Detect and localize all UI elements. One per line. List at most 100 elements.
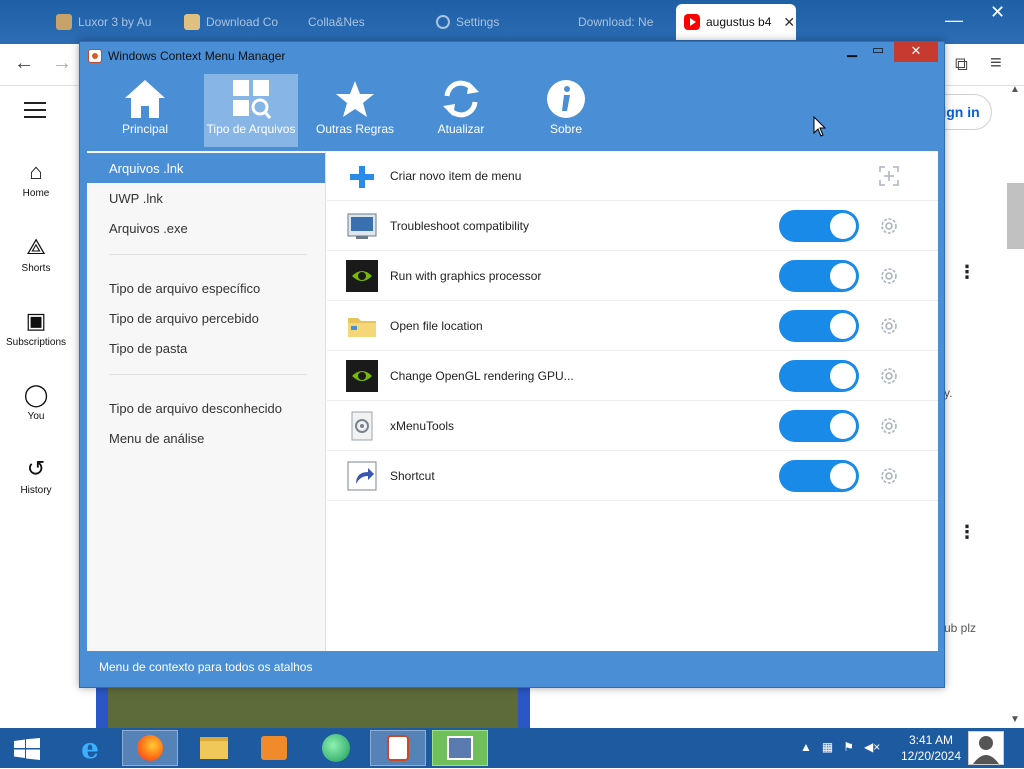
gear-icon[interactable]: [878, 365, 900, 387]
taskbar-media-player[interactable]: [246, 730, 302, 766]
browser-tab-active[interactable]: augustus b4 ✕: [676, 4, 796, 40]
sidebar-item-tipo-especifico[interactable]: Tipo de arquivo específico: [87, 273, 325, 303]
sidebar-item-tipo-desconhecido[interactable]: Tipo de arquivo desconhecido: [87, 393, 325, 423]
nav-label: Home: [22, 188, 50, 199]
forward-arrow-icon[interactable]: →: [52, 52, 72, 75]
taskbar-app[interactable]: [308, 730, 364, 766]
extensions-icon[interactable]: ⧉: [955, 54, 968, 75]
sidebar-item-arquivos-lnk[interactable]: Arquivos .lnk: [87, 153, 325, 183]
nav-label: Shorts: [21, 263, 51, 274]
enable-toggle[interactable]: [779, 360, 859, 392]
more-options-icon[interactable]: ⋮: [958, 522, 976, 543]
refresh-icon: [443, 80, 479, 118]
back-arrow-icon[interactable]: ←: [14, 52, 34, 75]
sidebar-item-uwp-lnk[interactable]: UWP .lnk: [87, 183, 325, 213]
browser-tab[interactable]: Download: Ne: [570, 6, 670, 38]
gear-icon[interactable]: [878, 415, 900, 437]
youtube-icon: [684, 14, 700, 30]
menu-item-label: Troubleshoot compatibility: [390, 219, 529, 233]
scrollbar-thumb[interactable]: [1007, 183, 1024, 249]
taskbar-firefox[interactable]: [122, 730, 178, 766]
user-avatar-icon[interactable]: [968, 731, 1004, 765]
ribbon-button-sobre[interactable]: Sobre: [519, 74, 613, 147]
menu-item-row[interactable]: Troubleshoot compatibility: [327, 201, 938, 251]
ribbon-button-atualizar[interactable]: Atualizar: [414, 74, 508, 147]
browser-menu-icon[interactable]: ≡: [990, 52, 1002, 75]
taskbar-clock[interactable]: 3:41 AM 12/20/2024: [896, 732, 966, 764]
taskbar-file-explorer[interactable]: [186, 730, 242, 766]
minimize-button[interactable]: ▁: [840, 42, 864, 62]
video-thumbnail[interactable]: [96, 686, 530, 728]
sidebar-item-menu-analise[interactable]: Menu de análise: [87, 423, 325, 453]
nav-label: History: [20, 485, 52, 496]
nav-subscriptions[interactable]: ▣ Subscriptions: [0, 307, 72, 348]
folder-icon: [348, 318, 376, 337]
menu-item-row[interactable]: Shortcut: [327, 451, 938, 501]
sidebar-item-arquivos-exe[interactable]: Arquivos .exe: [87, 213, 325, 243]
create-new-item-row[interactable]: Criar novo item de menu: [327, 151, 938, 201]
menu-item-label: Run with graphics processor: [390, 269, 542, 283]
mouse-cursor-icon: [813, 116, 827, 137]
ribbon-button-principal[interactable]: Principal: [98, 74, 192, 147]
enable-toggle[interactable]: [779, 310, 859, 342]
maximize-button[interactable]: ▭: [866, 42, 890, 62]
ribbon-button-tipo-de-arquivos[interactable]: Tipo de Arquivos: [204, 74, 298, 147]
sidebar-divider: [109, 254, 307, 255]
browser-tab[interactable]: Download Co: [176, 6, 286, 38]
enable-toggle[interactable]: [779, 460, 859, 492]
tab-label: Colla&Nes: [308, 15, 365, 29]
menu-item-row[interactable]: Run with graphics processor: [327, 251, 938, 301]
ribbon-button-outras-regras[interactable]: Outras Regras: [308, 74, 402, 147]
gear-icon[interactable]: [878, 215, 900, 237]
history-icon: ↺: [26, 456, 46, 481]
more-options-icon[interactable]: ⋮: [958, 262, 976, 283]
taskbar-network-app[interactable]: [432, 730, 488, 766]
gear-icon[interactable]: [878, 265, 900, 287]
context-menu-manager-window: Windows Context Menu Manager ▁ ▭ ✕ Princ…: [79, 41, 945, 688]
sidebar-item-tipo-percebido[interactable]: Tipo de arquivo percebido: [87, 303, 325, 333]
enable-toggle[interactable]: [779, 260, 859, 292]
close-icon[interactable]: ✕: [783, 14, 795, 31]
create-new-item-label: Criar novo item de menu: [390, 169, 522, 183]
scroll-up-arrow-icon[interactable]: ▲: [1010, 84, 1020, 95]
ribbon-label: Principal: [121, 122, 169, 136]
close-button[interactable]: ✕: [894, 42, 938, 62]
taskbar: e ▲ ▦ ⚑ ◀× 3:41 AM 12/20/2024: [0, 728, 1024, 768]
gear-icon[interactable]: [878, 465, 900, 487]
hamburger-menu-icon[interactable]: [24, 102, 46, 120]
nav-you[interactable]: ◯ You: [0, 381, 72, 422]
category-sidebar: Arquivos .lnk UWP .lnk Arquivos .exe Tip…: [87, 151, 326, 651]
volume-muted-icon[interactable]: ◀×: [864, 740, 880, 754]
browser-close-icon[interactable]: ✕: [990, 2, 1005, 23]
network-icon[interactable]: ▦: [822, 740, 833, 754]
show-hidden-icons-icon[interactable]: ▲: [800, 740, 812, 754]
flag-icon[interactable]: ⚑: [843, 740, 854, 754]
nvidia-icon: [346, 260, 378, 292]
window-titlebar[interactable]: Windows Context Menu Manager ▁ ▭ ✕: [80, 42, 944, 70]
gear-icon[interactable]: [878, 315, 900, 337]
browser-tab[interactable]: Colla&Nes: [300, 6, 400, 38]
browser-tab[interactable]: Luxor 3 by Au: [48, 6, 168, 38]
nav-home[interactable]: ⌂ Home: [0, 158, 72, 199]
network-computer-icon: [447, 736, 473, 760]
enable-toggle[interactable]: [779, 410, 859, 442]
start-windows-icon[interactable]: [14, 738, 40, 760]
nav-history[interactable]: ↺ History: [0, 455, 72, 496]
scroll-down-arrow-icon[interactable]: ▼: [1010, 714, 1020, 725]
menu-item-row[interactable]: Change OpenGL rendering GPU...: [327, 351, 938, 401]
tab-favicon-icon: [184, 14, 200, 30]
tab-label: Download: Ne: [578, 15, 654, 29]
nav-label: Subscriptions: [5, 337, 67, 348]
browser-minimize-icon[interactable]: —: [945, 10, 963, 31]
add-item-icon[interactable]: [878, 165, 900, 187]
nav-shorts[interactable]: ⟁ Shorts: [0, 233, 72, 274]
star-icon: [336, 81, 374, 117]
sidebar-item-tipo-pasta[interactable]: Tipo de pasta: [87, 333, 325, 363]
tab-label: Settings: [456, 15, 500, 29]
menu-item-row[interactable]: xMenuTools: [327, 401, 938, 451]
browser-tab[interactable]: Settings: [428, 6, 538, 38]
taskbar-internet-explorer[interactable]: e: [62, 730, 118, 766]
menu-item-row[interactable]: Open file location: [327, 301, 938, 351]
taskbar-context-menu-manager[interactable]: [370, 730, 426, 766]
enable-toggle[interactable]: [779, 210, 859, 242]
